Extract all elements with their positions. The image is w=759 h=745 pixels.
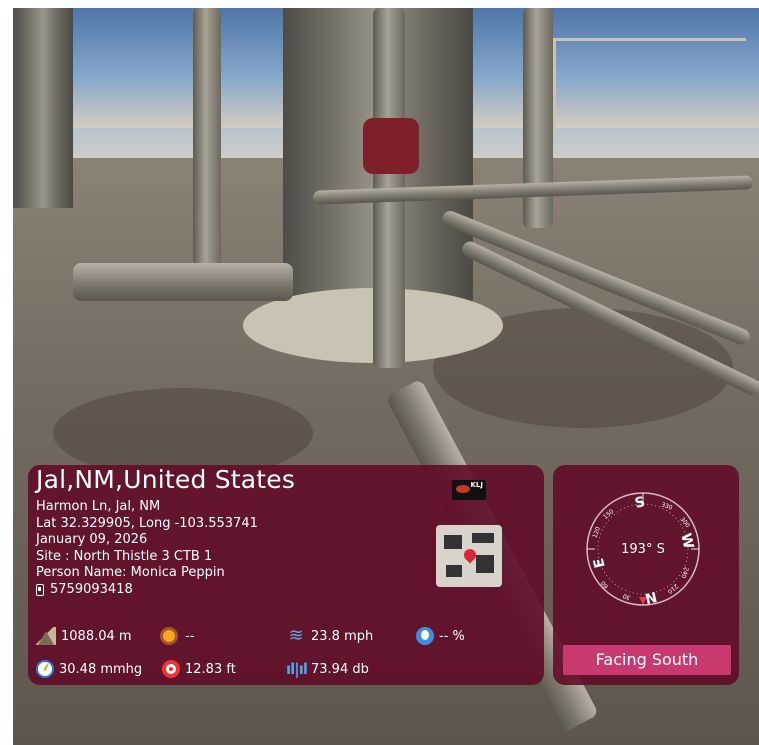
map-block — [476, 555, 494, 573]
compass-dial: S W E N 330 300 240 210 150 120 60 30 19… — [583, 489, 703, 609]
map-thumbnail[interactable] — [436, 525, 502, 587]
tank-left — [13, 8, 73, 208]
compass-card: S W E N 330 300 240 210 150 120 60 30 19… — [553, 465, 739, 685]
wind-icon: ≋ — [288, 625, 304, 646]
mountain-icon — [36, 627, 56, 645]
weather-metric: -- — [158, 625, 194, 647]
phone-row: 5759093418 — [36, 582, 258, 599]
humidity-icon — [416, 627, 434, 645]
altitude-value: 1088.04 m — [61, 628, 132, 644]
date-text: January 09, 2026 — [36, 532, 148, 548]
map-block — [472, 533, 494, 543]
company-logo: KLJ — [452, 480, 486, 500]
red-valve — [363, 118, 419, 174]
vertical-pipe-left — [193, 8, 221, 268]
humidity-metric: -- % — [416, 627, 465, 645]
map-block — [446, 565, 462, 577]
pressure-metric: 30.48 mmhg — [36, 660, 142, 678]
wind-metric: ≋ 23.8 mph — [286, 627, 373, 645]
person-text: Person Name: Monica Peppin — [36, 565, 225, 581]
horizontal-pipe — [73, 263, 293, 301]
map-block — [444, 535, 462, 549]
weather-value: -- — [185, 628, 195, 644]
accuracy-value: 12.83 ft — [185, 661, 236, 677]
phone-icon — [36, 584, 44, 597]
pressure-value: 30.48 mmhg — [59, 661, 143, 677]
stair-railing — [553, 38, 746, 131]
heading-readout: 193° S — [621, 542, 665, 557]
logo-text: KLJ — [470, 481, 484, 489]
facing-direction-button[interactable]: Facing South — [563, 645, 731, 675]
address-text: Harmon Ln, Jal, NM — [36, 499, 161, 514]
sun-icon — [158, 625, 180, 647]
info-lines: Harmon Ln, Jal, NM Lat 32.329905, Long -… — [36, 499, 258, 599]
phone-text: 5759093418 — [50, 581, 133, 597]
gauge-icon — [36, 660, 54, 678]
target-icon — [162, 660, 180, 678]
wind-value: 23.8 mph — [311, 628, 374, 644]
altitude-metric: 1088.04 m — [36, 627, 132, 645]
sound-metric: ıl|ıl 73.94 db — [286, 660, 369, 678]
location-title: Jal,NM,United States — [36, 465, 296, 494]
site-text: Site : North Thistle 3 CTB 1 — [36, 548, 213, 564]
coordinates-text: Lat 32.329905, Long -103.553741 — [36, 515, 258, 531]
sound-wave-icon: ıl|ıl — [286, 660, 308, 678]
accuracy-metric: 12.83 ft — [162, 660, 236, 678]
humidity-value: -- % — [439, 628, 465, 644]
sound-value: 73.94 db — [311, 661, 369, 677]
location-info-card: Jal,NM,United States KLJ Harmon Ln, Jal,… — [28, 465, 544, 685]
